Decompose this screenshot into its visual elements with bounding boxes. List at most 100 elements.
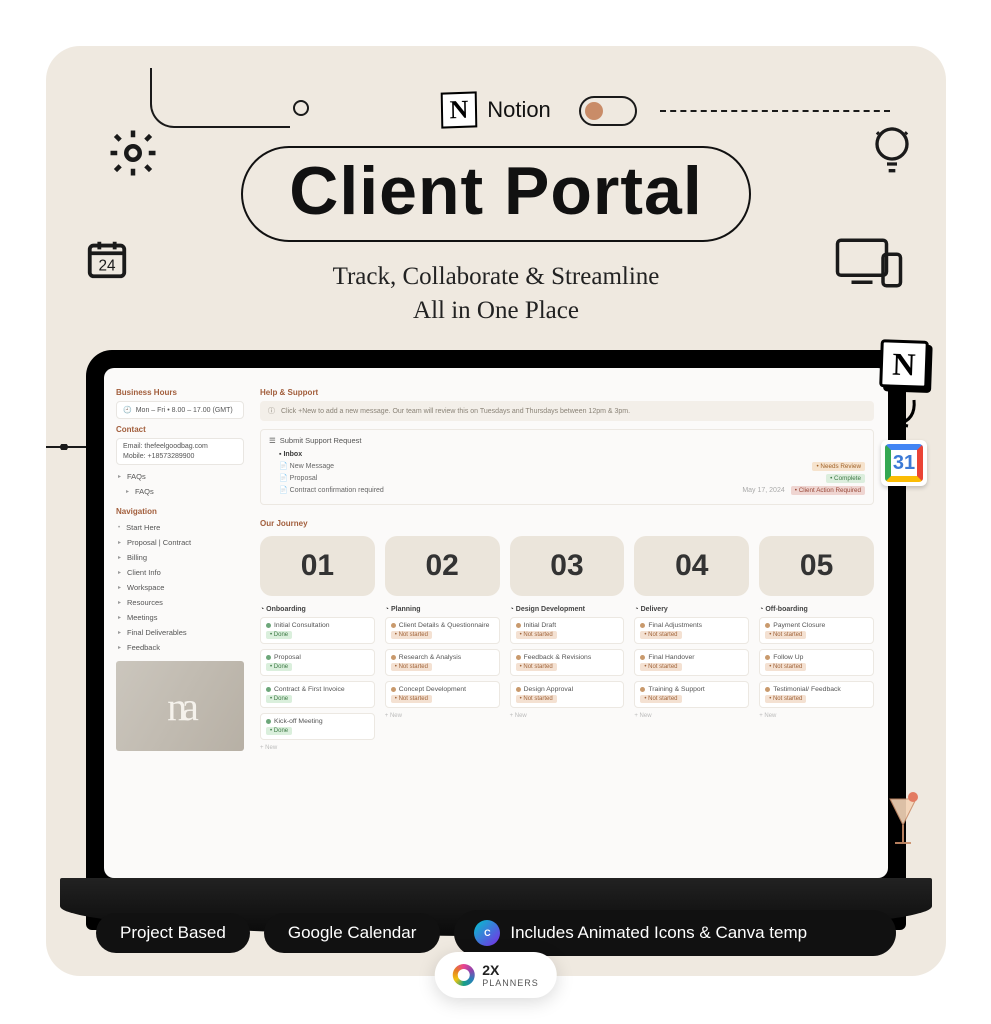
planners-badge[interactable]: 2XPLANNERS — [434, 952, 557, 998]
journey-steps: 0102030405 — [260, 536, 874, 596]
column-title: ◔ Planning — [385, 606, 500, 613]
journey-title: Our Journey — [260, 519, 874, 528]
inbox-list: 📄 New Message• Needs Review📄 Proposal• C… — [269, 460, 865, 496]
task-card[interactable]: Proposal• Done — [260, 649, 375, 676]
task-card[interactable]: Contract & First Invoice• Done — [260, 681, 375, 708]
task-card[interactable]: Initial Consultation• Done — [260, 617, 375, 644]
navigation-title: Navigation — [116, 507, 244, 516]
hero-subtitle: Track, Collaborate & Streamline All in O… — [46, 260, 946, 328]
journey-column: ◔ Design Development Initial Draft• Not s… — [510, 606, 625, 751]
business-hours-title: Business Hours — [116, 388, 244, 397]
promo-card: 24 N Notion Client Portal Track, Collabo… — [46, 46, 946, 976]
support-panel: ☰ Submit Support Request ▪ Inbox 📄 New M… — [260, 429, 874, 505]
nav-item-final-deliverables[interactable]: Final Deliverables — [116, 625, 244, 640]
google-calendar-icon: 31 — [881, 440, 927, 486]
column-title: ◔ Design Development — [510, 606, 625, 613]
task-card[interactable]: Final Adjustments• Not started — [634, 617, 749, 644]
task-card[interactable]: Kick-off Meeting• Done — [260, 713, 375, 740]
nav-item-resources[interactable]: Resources — [116, 595, 244, 610]
new-task-link[interactable]: + New — [634, 713, 749, 719]
contact-card: Email: thefeelgoodbag.com Mobile: +18573… — [116, 438, 244, 465]
contact-mobile: Mobile: +18573289900 — [123, 453, 237, 460]
journey-step-04: 04 — [634, 536, 749, 596]
nav-item-feedback[interactable]: Feedback — [116, 640, 244, 655]
pill-includes: C Includes Animated Icons & Canva temp — [454, 910, 896, 956]
faqs-sub-link[interactable]: FAQs — [116, 484, 244, 499]
contact-email: Email: thefeelgoodbag.com — [123, 443, 237, 450]
journey-column: ◔ Onboarding Initial Consultation• Done Pr… — [260, 606, 375, 751]
planners-name: PLANNERS — [482, 978, 539, 988]
canva-icon: C — [474, 920, 500, 946]
help-support-title: Help & Support — [260, 388, 874, 397]
nav-item-proposal-contract[interactable]: Proposal | Contract — [116, 535, 244, 550]
new-task-link[interactable]: + New — [385, 713, 500, 719]
journey-column: ◔ Planning Client Details & Questionnaire… — [385, 606, 500, 751]
status-badge: • Complete — [826, 474, 865, 483]
inbox-icon: ▪ — [279, 451, 281, 458]
arrow-down-icon — [886, 396, 922, 432]
journey-column: ◔ Off-boarding Payment Closure• Not start… — [759, 606, 874, 751]
includes-text: Includes Animated Icons & Canva temp — [510, 923, 876, 943]
list-icon: ☰ — [269, 436, 276, 445]
cocktail-icon — [880, 791, 926, 851]
journey-step-03: 03 — [510, 536, 625, 596]
footer-pills: Project Based Google Calendar C Includes… — [96, 910, 896, 956]
task-card[interactable]: Testimonial/ Feedback• Not started — [759, 681, 874, 708]
inbox-label: ▪ Inbox — [269, 449, 865, 460]
app-screen: Business Hours 🕘 Mon – Fri • 8.00 – 17.0… — [104, 368, 888, 878]
hero-title-pill: Client Portal — [241, 146, 751, 242]
brand-name: Notion — [487, 97, 551, 123]
task-card[interactable]: Research & Analysis• Not started — [385, 649, 500, 676]
task-card[interactable]: Training & Support• Not started — [634, 681, 749, 708]
info-icon: ⓘ — [268, 406, 275, 416]
nav-list: Start HereProposal | ContractBillingClie… — [116, 520, 244, 655]
task-card[interactable]: Final Handover• Not started — [634, 649, 749, 676]
nav-item-workspace[interactable]: Workspace — [116, 580, 244, 595]
status-badge: • Needs Review — [812, 462, 865, 471]
nav-item-start-here[interactable]: Start Here — [116, 520, 244, 535]
journey-step-01: 01 — [260, 536, 375, 596]
new-task-link[interactable]: + New — [759, 713, 874, 719]
inbox-row[interactable]: 📄 Contract confirmation requiredMay 17, … — [269, 484, 865, 496]
laptop-notch — [436, 350, 556, 366]
journey-columns: ◔ Onboarding Initial Consultation• Done Pr… — [260, 606, 874, 751]
clock-icon: 🕘 — [123, 406, 132, 414]
journey-step-05: 05 — [759, 536, 874, 596]
column-title: ◔ Off-boarding — [759, 606, 874, 613]
sidebar: Business Hours 🕘 Mon – Fri • 8.00 – 17.0… — [104, 368, 254, 878]
task-card[interactable]: Payment Closure• Not started — [759, 617, 874, 644]
sidebar-image: na — [116, 661, 244, 751]
task-card[interactable]: Feedback & Revisions• Not started — [510, 649, 625, 676]
notion-logo-icon: N — [441, 91, 478, 128]
main-content: Help & Support ⓘ Click +New to add a new… — [254, 368, 888, 878]
task-card[interactable]: Design Approval• Not started — [510, 681, 625, 708]
new-task-link[interactable]: + New — [510, 713, 625, 719]
nav-item-client-info[interactable]: Client Info — [116, 565, 244, 580]
nav-item-billing[interactable]: Billing — [116, 550, 244, 565]
planners-logo-icon — [452, 964, 474, 986]
pill-google-calendar: Google Calendar — [264, 913, 441, 953]
new-task-link[interactable]: + New — [260, 745, 375, 751]
inbox-row[interactable]: 📄 Proposal• Complete — [269, 472, 865, 484]
planners-prefix: 2X — [482, 962, 499, 978]
integration-icons: N 31 — [880, 340, 928, 486]
task-card[interactable]: Initial Draft• Not started — [510, 617, 625, 644]
inbox-row[interactable]: 📄 New Message• Needs Review — [269, 460, 865, 472]
journey-step-02: 02 — [385, 536, 500, 596]
nav-item-meetings[interactable]: Meetings — [116, 610, 244, 625]
faqs-link[interactable]: FAQs — [116, 469, 244, 484]
task-card[interactable]: Concept Development• Not started — [385, 681, 500, 708]
pill-project-based: Project Based — [96, 913, 250, 953]
help-notice: ⓘ Click +New to add a new message. Our t… — [260, 401, 874, 421]
laptop-mockup: Business Hours 🕘 Mon – Fri • 8.00 – 17.0… — [86, 350, 906, 930]
journey-section: Our Journey 0102030405 ◔ Onboarding Initi… — [260, 519, 874, 751]
column-title: ◔ Onboarding — [260, 606, 375, 613]
hero-title: Client Portal — [289, 152, 703, 230]
task-card[interactable]: Client Details & Questionnaire• Not star… — [385, 617, 500, 644]
task-card[interactable]: Follow Up• Not started — [759, 649, 874, 676]
business-hours-value: 🕘 Mon – Fri • 8.00 – 17.00 (GMT) — [116, 401, 244, 419]
status-badge: • Client Action Required — [791, 486, 865, 495]
notion-icon: N — [879, 339, 929, 389]
contact-title: Contact — [116, 425, 244, 434]
journey-column: ◔ DeliveryFinal Adjustments• Not started… — [634, 606, 749, 751]
